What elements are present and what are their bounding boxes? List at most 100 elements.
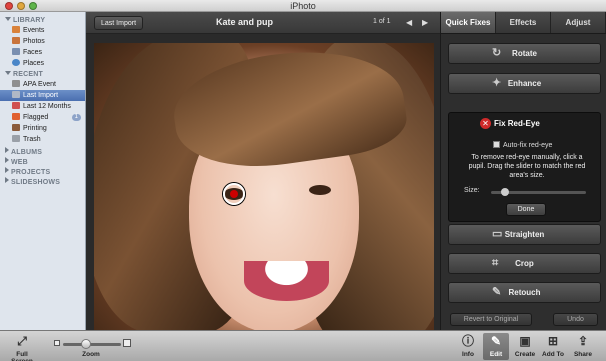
zoom-small-icon [54, 340, 60, 346]
section-label: WEB [11, 159, 28, 166]
zoom-large-icon [123, 339, 131, 347]
revert-to-original-button[interactable]: Revert to Original [450, 313, 532, 326]
sidebar-item-label: APA Event [23, 81, 56, 88]
photo-mouth [244, 261, 329, 301]
crop-label: Crop [515, 259, 534, 268]
last-import-back-button[interactable]: Last Import [94, 16, 144, 30]
sidebar-item-label: Trash [23, 136, 41, 143]
full-screen-button[interactable]: ⤢ Full Screen [5, 333, 39, 361]
fix-redeye-panel: ✕ Fix Red-Eye Auto-fix red-eye To remove… [448, 112, 601, 222]
sidebar-item-label: Last Import [23, 92, 59, 99]
events-icon [12, 26, 20, 33]
crop-icon: ⌗ [492, 257, 499, 269]
size-label: Size: [464, 187, 480, 194]
next-photo-icon[interactable]: ▶ [422, 18, 428, 27]
sidebar-item-trash[interactable]: Trash [0, 134, 85, 145]
share-icon: ⇪ [577, 334, 589, 348]
sidebar-section-library[interactable]: LIBRARY [0, 15, 85, 25]
sidebar-item-label: Flagged [23, 114, 49, 121]
create-icon: ▣ [519, 334, 531, 348]
photo-toolbar: Last Import Kate and pup 1 of 1 ◀ ▶ [86, 12, 440, 34]
sidebar-section-recent[interactable]: RECENT [0, 69, 85, 79]
auto-fix-redeye-checkbox[interactable]: Auto-fix red-eye [493, 141, 552, 149]
sidebar-item-printing[interactable]: Printing [0, 123, 85, 134]
tab-quick-fixes[interactable]: Quick Fixes [441, 12, 496, 33]
section-label: ALBUMS [11, 149, 43, 156]
magic-wand-icon: ✦ [492, 77, 502, 89]
printer-icon [12, 124, 20, 131]
sidebar-item-flagged[interactable]: Flagged 1 [0, 112, 85, 123]
zoom-slider-knob[interactable] [81, 339, 92, 349]
sidebar-item-label: Printing [23, 125, 47, 132]
sidebar-section-slideshows[interactable]: SLIDESHOWS [0, 175, 85, 186]
info-icon: ⓘ [461, 334, 474, 348]
brush-icon: ✎ [492, 286, 502, 298]
places-icon [12, 59, 20, 66]
share-button[interactable]: ⇪ Share [569, 333, 597, 358]
zoom-label: Zoom [82, 351, 100, 358]
straighten-label: Straighten [504, 230, 545, 239]
sidebar-item-label: Last 12 Months [23, 103, 71, 110]
create-button[interactable]: ▣ Create [511, 333, 539, 358]
sidebar-item-label: Faces [23, 49, 43, 56]
share-label: Share [573, 351, 593, 358]
sidebar-item-last-import[interactable]: Last Import [0, 90, 85, 101]
undo-button[interactable]: Undo [553, 313, 598, 326]
zoom-slider[interactable] [63, 343, 121, 346]
add-to-label: Add To [542, 351, 564, 358]
rotate-button[interactable]: ↻ Rotate [448, 43, 601, 64]
flag-icon [12, 113, 20, 120]
enhance-button[interactable]: ✦ Enhance [448, 73, 601, 94]
flagged-count-badge: 1 [71, 114, 81, 121]
section-label: SLIDESHOWS [11, 179, 61, 186]
photo-title: Kate and pup [216, 17, 274, 27]
crop-button[interactable]: ⌗ Crop [448, 253, 601, 274]
done-button[interactable]: Done [506, 203, 546, 216]
fix-redeye-title: Fix Red-Eye [494, 119, 540, 128]
full-screen-label: Full Screen [11, 351, 33, 361]
sidebar-item-label: Places [23, 60, 45, 67]
sidebar-section-web[interactable]: WEB [0, 155, 85, 166]
tab-effects[interactable]: Effects [496, 12, 551, 33]
edit-panel: Quick Fixes Effects Adjust ↻ Rotate ✦ Enha… [440, 12, 606, 330]
add-to-button[interactable]: ⊞ Add To [539, 333, 567, 358]
event-icon [12, 80, 20, 87]
section-label: LIBRARY [13, 17, 46, 24]
retouch-label: Retouch [508, 288, 541, 297]
previous-photo-icon[interactable]: ◀ [406, 18, 412, 27]
info-button[interactable]: ⓘ Info [456, 333, 480, 358]
edit-label: Edit [489, 351, 503, 358]
sidebar-item-events[interactable]: Events [0, 25, 85, 36]
photo-canvas[interactable] [94, 43, 434, 330]
sidebar: LIBRARY Events Photos Faces Places RECEN… [0, 12, 86, 330]
create-label: Create [514, 351, 536, 358]
rotate-icon: ↻ [492, 47, 502, 59]
redeye-instructions: To remove red-eye manually, click a pupi… [468, 154, 586, 179]
sidebar-item-faces[interactable]: Faces [0, 47, 85, 58]
sidebar-item-apa-event[interactable]: APA Event [0, 79, 85, 90]
section-label: RECENT [13, 71, 43, 78]
redeye-size-slider-knob[interactable] [501, 188, 510, 196]
rotate-label: Rotate [512, 49, 537, 58]
edit-tabs: Quick Fixes Effects Adjust [441, 12, 606, 34]
sidebar-section-projects[interactable]: PROJECTS [0, 165, 85, 176]
edit-button[interactable]: ✎ Edit [483, 333, 509, 360]
tab-adjust[interactable]: Adjust [551, 12, 606, 33]
faces-icon [12, 48, 20, 55]
pencil-icon: ✎ [490, 334, 502, 348]
close-redeye-icon[interactable]: ✕ [480, 118, 491, 129]
checkbox-box[interactable] [493, 141, 500, 148]
sidebar-item-places[interactable]: Places [0, 58, 85, 69]
sidebar-section-albums[interactable]: ALBUMS [0, 145, 85, 156]
straighten-button[interactable]: ▭ Straighten [448, 224, 601, 245]
sidebar-item-photos[interactable]: Photos [0, 36, 85, 47]
trash-icon [12, 135, 20, 142]
photo-viewer [86, 34, 440, 330]
sidebar-item-label: Events [23, 27, 45, 34]
photo-right-eye[interactable] [309, 185, 331, 195]
straighten-icon: ▭ [492, 228, 503, 240]
sidebar-item-last-12-months[interactable]: Last 12 Months [0, 101, 85, 112]
section-label: PROJECTS [11, 169, 51, 176]
photos-icon [12, 37, 20, 44]
retouch-button[interactable]: ✎ Retouch [448, 282, 601, 303]
